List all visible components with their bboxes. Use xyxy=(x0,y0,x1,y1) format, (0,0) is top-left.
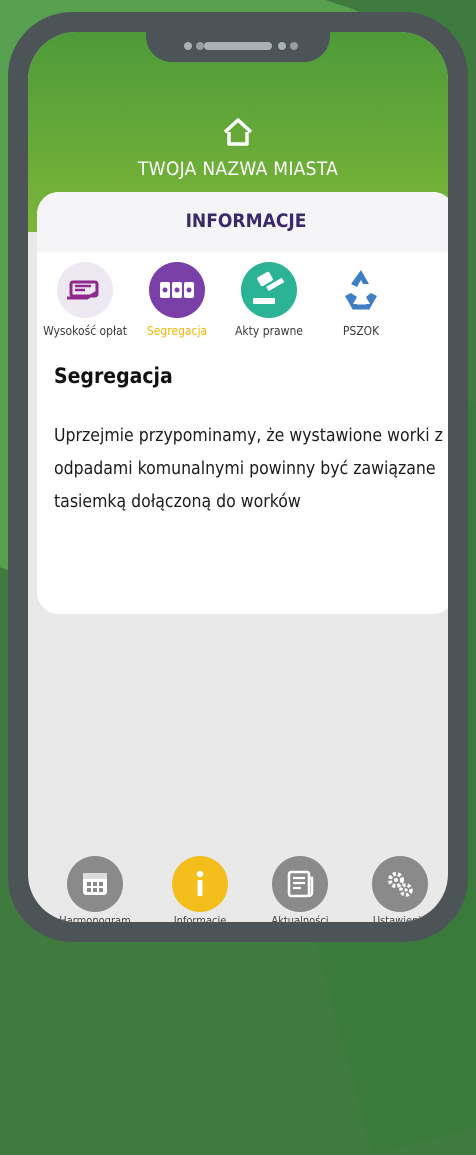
bottom-navigation: Harmonogram Informacje Aktualności Ustaw… xyxy=(28,856,448,922)
nav-informacje[interactable]: Informacje xyxy=(150,856,250,922)
gavel-icon xyxy=(241,262,297,318)
nav-aktualnosci[interactable]: Aktualności xyxy=(250,856,350,922)
card-title: INFORMACJE xyxy=(37,192,448,252)
bins-icon xyxy=(149,262,205,318)
tab-label: Akty prawne xyxy=(235,324,303,338)
app-screen: TWOJA NAZWA MIASTA INFORMACJE Wysokość o… xyxy=(28,32,448,922)
city-name: TWOJA NAZWA MIASTA xyxy=(137,158,339,180)
tab-legal-acts[interactable]: Akty prawne xyxy=(221,262,317,338)
nav-label: Ustawienia xyxy=(372,914,428,922)
tab-label: PSZOK xyxy=(342,324,380,338)
hand-money-icon xyxy=(57,262,113,318)
gears-icon xyxy=(372,856,428,912)
nav-label: Aktualności xyxy=(271,914,329,922)
tab-segregation[interactable]: Segregacja xyxy=(129,262,225,338)
nav-label: Harmonogram xyxy=(59,914,131,922)
info-icon xyxy=(172,856,228,912)
nav-harmonogram[interactable]: Harmonogram xyxy=(45,856,145,922)
home-icon[interactable] xyxy=(220,114,256,150)
news-icon xyxy=(272,856,328,912)
info-card: INFORMACJE Wysokość opłat Segregacja Akt… xyxy=(37,192,448,614)
tab-fees[interactable]: Wysokość opłat xyxy=(37,262,133,338)
section-title: Segregacja xyxy=(54,364,173,388)
info-body-text: Uprzejmie przypominamy, że wystawione wo… xyxy=(54,426,443,512)
nav-ustawienia[interactable]: Ustawienia xyxy=(350,856,448,922)
calendar-icon xyxy=(67,856,123,912)
tab-label: Segregacja xyxy=(146,324,208,338)
phone-frame: TWOJA NAZWA MIASTA INFORMACJE Wysokość o… xyxy=(8,12,468,942)
tab-label: Wysokość opłat xyxy=(43,324,127,338)
phone-notch xyxy=(146,32,330,62)
recycle-icon xyxy=(333,262,389,318)
category-tabs: Wysokość opłat Segregacja Akty prawne PS… xyxy=(37,262,448,352)
nav-label: Informacje xyxy=(173,914,227,922)
tab-pszok[interactable]: PSZOK xyxy=(313,262,409,338)
